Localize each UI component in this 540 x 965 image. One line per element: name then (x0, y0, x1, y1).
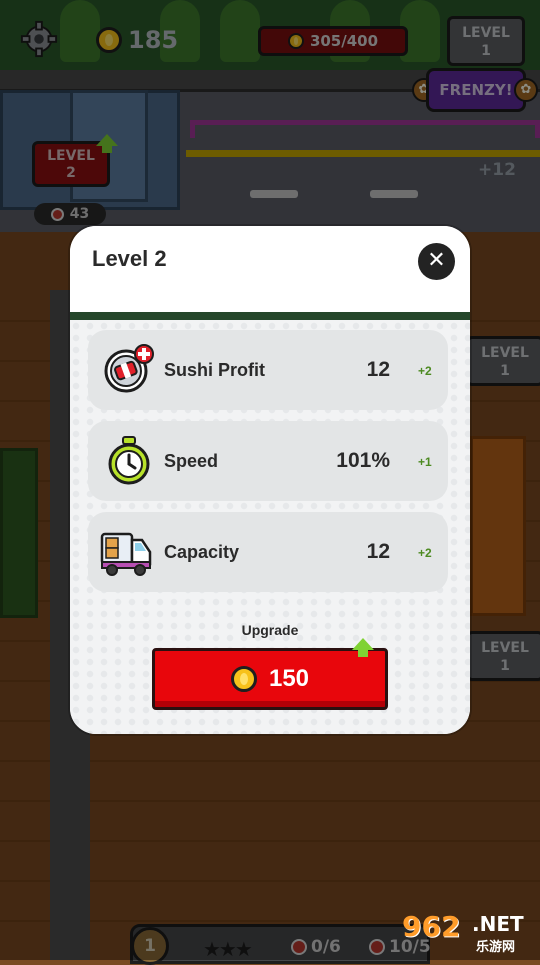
watermark-brand: 962 (402, 910, 461, 943)
watermark: 962 .NET 乐游网 (400, 910, 536, 956)
stat-row-capacity: Capacity 12 +2 (88, 512, 448, 592)
upgrade-label: Upgrade (241, 622, 299, 638)
stat-value: 12 (366, 358, 390, 381)
stat-delta: +1 (418, 455, 432, 469)
upgrade-button[interactable]: 150 (152, 648, 388, 710)
dialog-title: Level 2 (92, 246, 167, 271)
close-icon: ✕ (427, 248, 446, 273)
delivery-truck-icon (100, 532, 152, 576)
dialog-body: Sushi Profit 12 +2 Speed 101% +1 Capacit… (70, 320, 470, 734)
stat-delta: +2 (418, 546, 432, 560)
coin-icon (230, 666, 257, 692)
upgrade-dialog: Level 2 ✕ Sushi Profit 12 +2 Speed 101% … (70, 226, 470, 734)
stat-label: Speed (164, 451, 219, 471)
stopwatch-icon (108, 436, 150, 485)
upgrade-cost: 150 (268, 665, 310, 692)
stat-value: 12 (366, 540, 390, 563)
stat-label: Capacity (164, 542, 240, 562)
upgrade-arrow-icon (352, 638, 374, 657)
close-button[interactable]: ✕ (418, 243, 455, 280)
stat-delta: +2 (418, 364, 432, 378)
stat-value: 101% (336, 449, 390, 472)
header-divider (70, 312, 470, 320)
stat-row-speed: Speed 101% +1 (88, 421, 448, 501)
stat-row-sushi-profit: Sushi Profit 12 +2 (88, 330, 448, 410)
stat-label: Sushi Profit (164, 360, 266, 380)
watermark-cn: 乐游网 (476, 940, 516, 955)
dialog-header: Level 2 ✕ (70, 226, 470, 316)
watermark-net: .NET (472, 912, 524, 936)
sushi-plus-icon (104, 344, 154, 393)
